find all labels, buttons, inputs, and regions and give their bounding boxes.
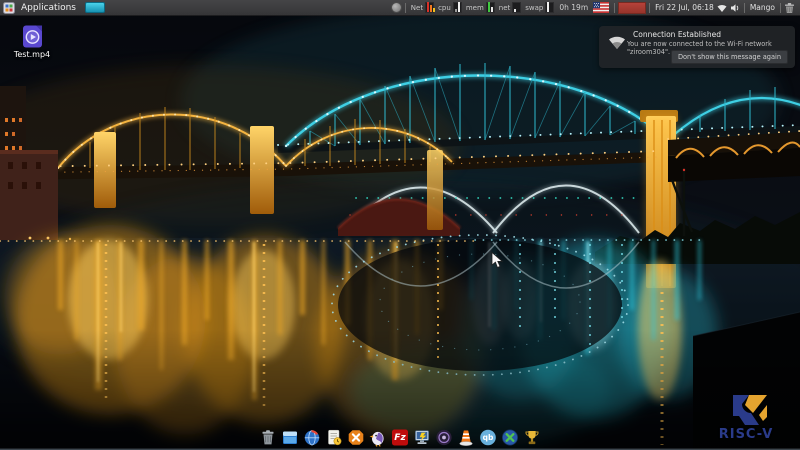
taskbar-window-button[interactable] xyxy=(85,2,105,13)
dock-pidgin-icon[interactable] xyxy=(369,428,388,447)
net2-graph-bars xyxy=(512,2,521,13)
dock-web-browser-icon[interactable] xyxy=(303,428,322,447)
notification-title: Connection Established xyxy=(633,30,721,39)
monitor-net-graph[interactable]: Net xyxy=(411,2,434,13)
monitor-net2-graph[interactable]: net xyxy=(499,2,522,13)
dock-qbittorrent-icon[interactable]: qb xyxy=(479,428,498,447)
monitor-cpu-graph[interactable]: cpu xyxy=(438,2,462,13)
monitor-net2-label: net xyxy=(499,4,511,12)
monitor-net-label: Net xyxy=(411,4,423,12)
system-tray: Net cpu mem xyxy=(391,2,797,14)
video-file-icon xyxy=(20,24,45,49)
uptime-indicator[interactable]: 0h 19m xyxy=(559,3,588,12)
riscv-watermark-text: RISC-V xyxy=(702,427,790,442)
filezilla-glyph: Fz xyxy=(391,428,410,447)
mem-graph-bars xyxy=(486,2,495,13)
monitor-swap-label: swap xyxy=(525,4,543,12)
dock-media-disc-icon[interactable] xyxy=(435,428,454,447)
panel-separator xyxy=(649,3,650,13)
qbittorrent-glyph: qb xyxy=(479,428,498,447)
dock-trophy-app-icon[interactable] xyxy=(523,428,542,447)
notification-wifi-icon xyxy=(606,33,628,51)
dock-remote-desktop-icon[interactable] xyxy=(413,428,432,447)
panel-separator xyxy=(780,3,781,13)
volume-icon[interactable] xyxy=(730,3,741,13)
desktop-icon-label: Test.mp4 xyxy=(8,50,56,59)
wifi-status-icon[interactable] xyxy=(716,3,728,13)
keyboard-layout-us-flag-icon[interactable] xyxy=(593,2,609,13)
dock-vlc-icon[interactable] xyxy=(457,428,476,447)
dock-trash-icon[interactable] xyxy=(259,428,278,447)
panel-trash-icon[interactable] xyxy=(784,2,795,14)
monitor-mem-label: mem xyxy=(466,4,484,12)
dock-filezilla-icon[interactable]: Fz xyxy=(391,428,410,447)
dock-close-x-app-icon[interactable] xyxy=(347,428,366,447)
riscv-watermark: RISC-V xyxy=(702,393,790,442)
monitor-mem-graph[interactable]: mem xyxy=(466,2,495,13)
mouse-cursor xyxy=(491,252,504,269)
tray-status-icon[interactable] xyxy=(391,2,402,13)
user-menu[interactable]: Mango xyxy=(750,3,775,12)
panel-separator xyxy=(614,3,615,13)
dock: Fz qb xyxy=(259,428,542,447)
dock-document-viewer-icon[interactable] xyxy=(325,428,344,447)
notification-dismiss-button[interactable]: Don't show this message again xyxy=(671,50,788,64)
monitor-cpu-label: cpu xyxy=(438,4,451,12)
desktop-screen: Applications Net cpu xyxy=(0,0,800,450)
applications-menu[interactable]: Applications xyxy=(3,2,76,14)
panel-separator xyxy=(744,3,745,13)
cpu-history-graph[interactable] xyxy=(618,2,646,14)
dock-sync-x-icon[interactable] xyxy=(501,428,520,447)
cpu-graph-bars xyxy=(453,2,462,13)
panel-separator xyxy=(405,3,406,13)
dock-file-manager-icon[interactable] xyxy=(281,428,300,447)
top-panel: Applications Net cpu xyxy=(0,0,800,16)
swap-graph-bars xyxy=(545,2,554,13)
notification-popup[interactable]: Connection Established You are now conne… xyxy=(599,26,795,68)
net-graph-bars xyxy=(425,2,434,13)
riscv-logo-icon xyxy=(723,393,769,427)
panel-clock[interactable]: Fri 22 Jul, 06:18 xyxy=(655,3,714,12)
applications-menu-label: Applications xyxy=(21,3,76,13)
desktop-icon-test-mp4[interactable]: Test.mp4 xyxy=(8,24,56,59)
applications-menu-icon xyxy=(3,2,15,14)
monitor-swap-graph[interactable]: swap xyxy=(525,2,554,13)
